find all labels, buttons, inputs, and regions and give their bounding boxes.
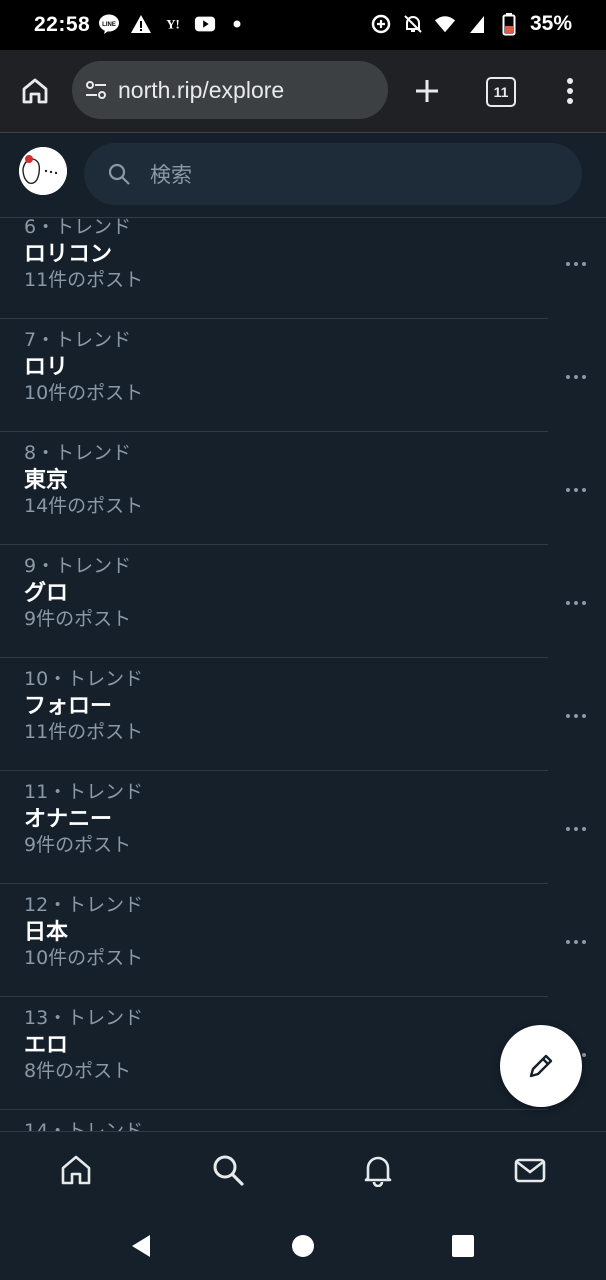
trend-rank: 7・トレンド	[24, 329, 132, 351]
browser-menu-button[interactable]	[556, 74, 584, 108]
trend-rank: 10・トレンド	[24, 668, 144, 690]
trend-list: 6・トレンド ロリコン 11件のポスト 7・トレンド ロリ 10件のポスト 8・…	[0, 218, 606, 1131]
list-item[interactable]: 10・トレンド フォロー 11件のポスト	[0, 658, 548, 771]
more-options-icon[interactable]	[566, 938, 586, 946]
more-options-icon[interactable]	[566, 373, 586, 381]
trend-rank: 11・トレンド	[24, 781, 144, 803]
trend-rank: 12・トレンド	[24, 894, 144, 916]
trend-rank: 14・トレンド	[24, 1120, 144, 1131]
tab-switcher-button[interactable]: 11	[486, 77, 516, 107]
browser-toolbar: north.rip/explore 11	[0, 50, 606, 133]
dot-icon	[226, 13, 248, 35]
list-item[interactable]: 7・トレンド ロリ 10件のポスト	[0, 319, 548, 432]
bell-off-icon	[402, 13, 424, 35]
list-item[interactable]: 9・トレンド グロ 9件のポスト	[0, 545, 548, 658]
wifi-icon	[434, 13, 456, 35]
site-settings-icon[interactable]	[84, 78, 108, 102]
youtube-icon	[194, 13, 216, 35]
home-icon	[61, 1155, 91, 1185]
trend-name: ロリコン	[24, 242, 113, 267]
nav-messages-button[interactable]	[510, 1150, 550, 1190]
trend-name: オナニー	[24, 807, 113, 832]
home-icon	[22, 78, 48, 104]
more-options-icon[interactable]	[566, 599, 586, 607]
compose-post-button[interactable]	[500, 1025, 582, 1107]
data-saver-icon	[370, 13, 392, 35]
list-item[interactable]: 14・トレンド	[0, 1110, 548, 1131]
list-item[interactable]: 6・トレンド ロリコン 11件のポスト	[0, 218, 548, 319]
trend-post-count: 9件のポスト	[24, 608, 132, 630]
more-options-icon[interactable]	[566, 486, 586, 494]
trend-post-count: 9件のポスト	[24, 834, 132, 856]
search-icon	[106, 161, 132, 187]
signal-icon	[466, 13, 488, 35]
list-item[interactable]: 13・トレンド エロ 8件のポスト	[0, 997, 548, 1110]
trend-rank: 8・トレンド	[24, 442, 132, 464]
search-placeholder: 検索	[150, 163, 192, 187]
trend-post-count: 10件のポスト	[24, 382, 144, 404]
back-icon	[132, 1235, 150, 1257]
address-bar[interactable]: north.rip/explore	[72, 61, 388, 119]
explore-header: 検索	[0, 133, 606, 218]
line-icon: LINE	[98, 13, 120, 35]
trend-name: エロ	[24, 1033, 69, 1058]
system-navigation	[0, 1211, 606, 1280]
battery-percent: 35%	[529, 12, 572, 35]
trend-post-count: 11件のポスト	[24, 269, 144, 291]
more-options-icon[interactable]	[566, 260, 586, 268]
trend-name: ロリ	[24, 355, 69, 380]
nav-notifications-button[interactable]	[358, 1150, 398, 1190]
trend-post-count: 8件のポスト	[24, 1060, 132, 1082]
trend-post-count: 11件のポスト	[24, 721, 144, 743]
search-icon	[213, 1155, 244, 1186]
mail-icon	[514, 1158, 546, 1183]
back-button[interactable]	[126, 1231, 156, 1261]
trend-name: 東京	[24, 468, 69, 493]
search-input[interactable]: 検索	[84, 143, 582, 205]
notification-icons: LINE Y!	[98, 13, 248, 35]
new-tab-button[interactable]	[410, 74, 444, 108]
url-text[interactable]: north.rip/explore	[118, 77, 284, 104]
recents-icon	[452, 1235, 474, 1257]
avatar[interactable]	[19, 147, 67, 195]
battery-icon	[498, 13, 520, 36]
home-circle-icon	[292, 1235, 314, 1257]
trend-rank: 13・トレンド	[24, 1007, 144, 1029]
list-item[interactable]: 12・トレンド 日本 10件のポスト	[0, 884, 548, 997]
svg-text:LINE: LINE	[102, 22, 116, 28]
nav-search-button[interactable]	[208, 1150, 248, 1190]
yahoo-icon: Y!	[162, 13, 184, 35]
status-bar: 22:58 LINE Y! 35%	[0, 0, 606, 50]
more-vert-icon	[567, 78, 573, 104]
warning-icon	[130, 13, 152, 35]
svg-text:Y!: Y!	[166, 18, 180, 32]
list-item[interactable]: 11・トレンド オナニー 9件のポスト	[0, 771, 548, 884]
bell-icon	[364, 1156, 392, 1187]
trend-post-count: 10件のポスト	[24, 947, 144, 969]
pencil-icon	[529, 1054, 553, 1078]
plus-icon	[416, 80, 438, 102]
bottom-navigation	[0, 1131, 606, 1212]
nav-home-button[interactable]	[56, 1150, 96, 1190]
trend-name: フォロー	[24, 694, 113, 719]
trend-rank: 9・トレンド	[24, 555, 132, 577]
home-nav-button[interactable]	[288, 1231, 318, 1261]
more-options-icon[interactable]	[566, 712, 586, 720]
more-options-icon[interactable]	[566, 825, 586, 833]
recents-button[interactable]	[448, 1231, 478, 1261]
system-icons: 35%	[370, 12, 572, 36]
trend-name: 日本	[24, 920, 69, 945]
list-item[interactable]: 8・トレンド 東京 14件のポスト	[0, 432, 548, 545]
trend-post-count: 14件のポスト	[24, 495, 144, 517]
browser-home-button[interactable]	[18, 74, 52, 108]
trend-name: グロ	[24, 581, 69, 606]
status-time: 22:58	[34, 13, 91, 36]
